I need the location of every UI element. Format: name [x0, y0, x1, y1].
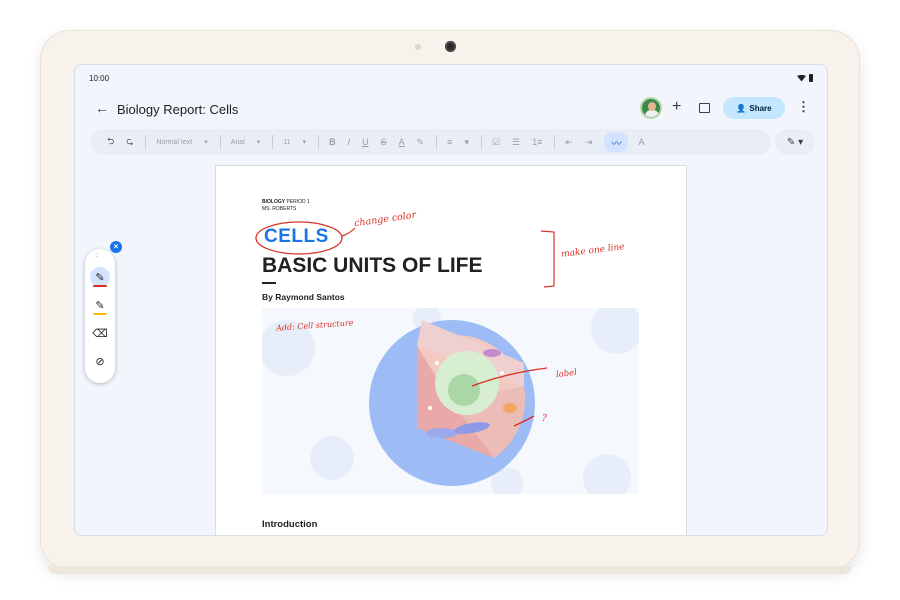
style-dropdown-icon[interactable]: ▾ — [204, 138, 208, 146]
section-heading: Introduction — [262, 519, 318, 530]
checklist-button[interactable]: ☑ — [492, 137, 500, 148]
increase-indent-button[interactable]: ⇥ — [585, 137, 593, 148]
pen-palette: ::: ✎ ✎ ⌫ ⊘ — [85, 249, 115, 383]
document-title: Biology Report: Cells — [117, 102, 239, 117]
toolbar-divider — [480, 135, 482, 149]
undo-icon[interactable]: ⮌ — [107, 134, 114, 150]
pen-color-swatch — [93, 285, 107, 287]
document-page[interactable]: BIOLOGY PERIOD 1 MS. ROBERTS CELLS BASIC… — [215, 165, 687, 535]
toolbar-divider — [436, 135, 438, 149]
toolbar-divider — [554, 135, 556, 149]
battery-icon — [809, 74, 813, 82]
toolbar-divider — [318, 135, 320, 149]
italic-button[interactable]: I — [348, 137, 351, 147]
size-dropdown-icon[interactable]: ▾ — [303, 138, 307, 146]
ink-layer — [255, 221, 555, 288]
redo-icon[interactable]: ⮎ — [126, 134, 133, 150]
style-select[interactable]: Normal text — [156, 139, 192, 146]
font-select[interactable]: Arial — [231, 139, 245, 146]
ink-mode-button[interactable]: 〰 — [604, 132, 629, 152]
back-button[interactable]: ← — [95, 100, 109, 116]
highlight-color-button[interactable]: ✎ — [417, 137, 425, 148]
numbered-list-button[interactable]: 1≡ — [532, 137, 542, 147]
camera-lens — [445, 41, 456, 52]
clear-formatting-button[interactable]: A — [638, 137, 644, 147]
wifi-icon — [797, 74, 806, 82]
text-color-button[interactable]: A — [399, 137, 405, 147]
format-toolbar: ⮌ ⮎ Normal text ▾ Arial ▾ 11 ▾ B I U S A… — [91, 129, 771, 155]
status-icons — [797, 74, 813, 82]
toolbar-divider — [145, 135, 147, 149]
align-button[interactable]: ≡ — [447, 137, 452, 147]
status-bar: 10:00 — [89, 74, 813, 86]
avatar-body — [645, 110, 659, 117]
eraser-icon[interactable]: ⌫ — [90, 323, 110, 343]
person-add-icon: 👤 — [736, 103, 747, 113]
highlighter-color-swatch — [93, 313, 107, 315]
toolbar-divider — [219, 135, 221, 149]
share-label: Share — [749, 103, 772, 113]
align-dropdown-icon[interactable]: ▾ — [464, 137, 469, 148]
avatar[interactable] — [640, 97, 662, 119]
tablet-screen: 10:00 ← Biology Report: Cells + 👤 Share … — [74, 64, 828, 536]
toolbar-divider — [272, 135, 274, 149]
font-dropdown-icon[interactable]: ▾ — [257, 138, 261, 146]
sensor-dot — [415, 44, 421, 50]
more-options-icon[interactable]: ⋮ — [797, 99, 810, 115]
highlighter-icon[interactable]: ✎ — [90, 295, 110, 315]
drag-handle-icon[interactable]: ::: — [95, 253, 98, 259]
underline-button[interactable]: U — [362, 137, 369, 147]
comment-icon[interactable] — [699, 103, 710, 113]
bullet-list-button[interactable]: ☰ — [512, 137, 520, 148]
tablet-edge — [48, 566, 852, 574]
avatar-face — [648, 102, 656, 111]
font-size-select[interactable]: 11 — [283, 139, 290, 146]
share-button[interactable]: 👤 Share — [723, 97, 785, 119]
close-palette-icon[interactable]: × — [110, 241, 122, 253]
annotation-question: ? — [542, 414, 547, 424]
status-time: 10:00 — [89, 74, 110, 83]
decrease-indent-button[interactable]: ⇤ — [565, 137, 573, 148]
hide-ink-icon[interactable]: ⊘ — [90, 351, 110, 371]
add-button[interactable]: + — [672, 98, 681, 116]
app-bar: ← Biology Report: Cells + 👤 Share ⋮ — [75, 95, 827, 125]
pen-tool-menu[interactable]: ✎ ▾ — [775, 129, 815, 155]
strikethrough-button[interactable]: S — [381, 137, 387, 147]
pen-icon[interactable]: ✎ — [90, 267, 110, 287]
bold-button[interactable]: B — [329, 137, 336, 147]
